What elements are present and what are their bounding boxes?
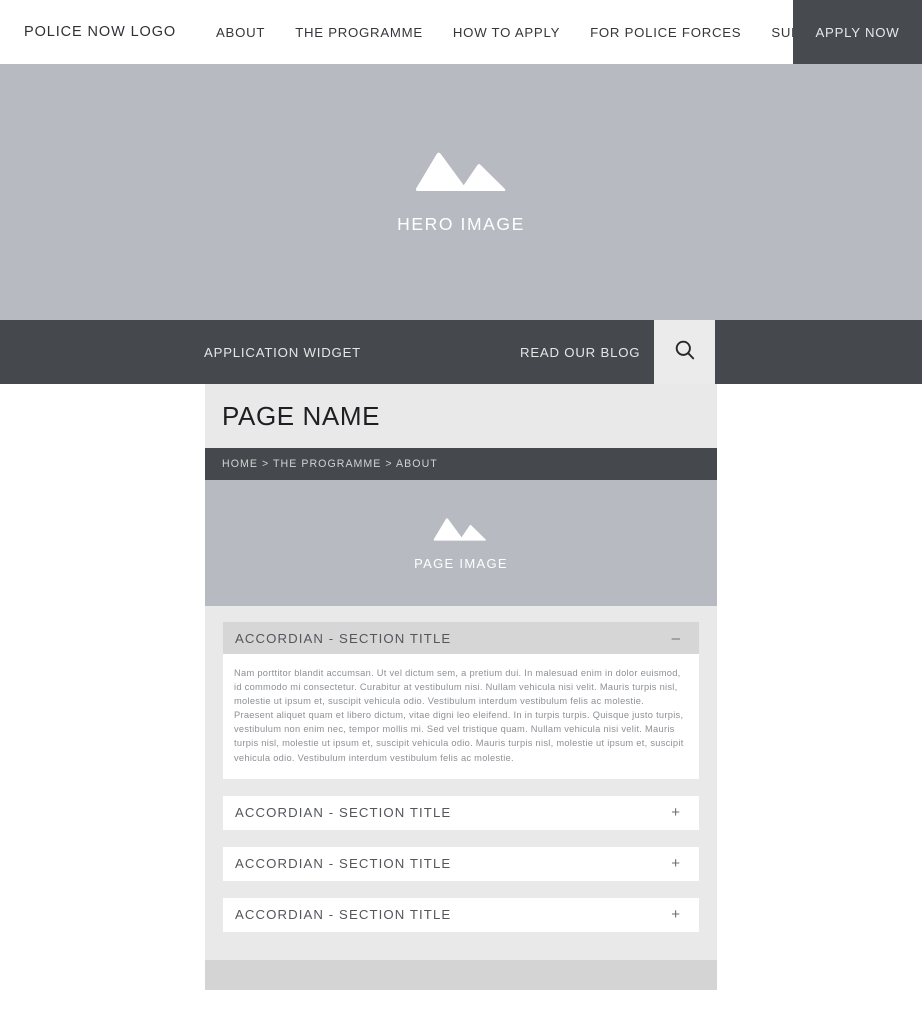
minus-icon[interactable]: – (672, 631, 680, 646)
application-widget-link[interactable]: APPLICATION WIDGET (204, 320, 361, 384)
page-image-placeholder: PAGE IMAGE (205, 480, 717, 606)
site-logo[interactable]: POLICE NOW LOGO (24, 0, 176, 64)
image-placeholder-icon (413, 149, 509, 198)
page-title: PAGE NAME (222, 400, 381, 431)
plus-icon[interactable]: + (671, 907, 680, 922)
accordion-header[interactable]: ACCORDIAN - SECTION TITLE + (223, 846, 699, 881)
nav-item-about[interactable]: ABOUT (216, 25, 265, 40)
content-column: PAGE NAME HOME > THE PROGRAMME > ABOUT P… (205, 384, 717, 990)
apply-now-button[interactable]: APPLY NOW (793, 0, 922, 64)
accordion-title: ACCORDIAN - SECTION TITLE (235, 856, 452, 872)
wireframe-page: POLICE NOW LOGO ABOUT THE PROGRAMME HOW … (0, 0, 922, 1024)
footer-strip (205, 960, 717, 990)
nav-item-for-police-forces[interactable]: FOR POLICE FORCES (590, 25, 741, 40)
accordion-body-text: Nam porttitor blandit accumsan. Ut vel d… (234, 668, 684, 763)
nav-item-how-to-apply[interactable]: HOW TO APPLY (453, 25, 560, 40)
primary-nav-links: ABOUT THE PROGRAMME HOW TO APPLY FOR POL… (216, 0, 864, 64)
accordion-item: ACCORDIAN - SECTION TITLE – Nam porttito… (223, 622, 699, 779)
accordion: ACCORDIAN - SECTION TITLE – Nam porttito… (223, 622, 699, 932)
accordion-item: ACCORDIAN - SECTION TITLE + (223, 795, 699, 830)
hero-image-placeholder: HERO IMAGE (0, 64, 922, 320)
breadcrumb[interactable]: HOME > THE PROGRAMME > ABOUT (222, 458, 438, 470)
accordion-header[interactable]: ACCORDIAN - SECTION TITLE – (223, 622, 699, 654)
search-icon (674, 339, 696, 366)
secondary-navigation-bar: APPLICATION WIDGET READ OUR BLOG (0, 320, 922, 384)
accordion-panel: Nam porttitor blandit accumsan. Ut vel d… (223, 654, 699, 779)
read-our-blog-link[interactable]: READ OUR BLOG (520, 320, 640, 384)
hero-image-label: HERO IMAGE (397, 214, 525, 234)
accordion-title: ACCORDIAN - SECTION TITLE (235, 630, 452, 646)
accordion-title: ACCORDIAN - SECTION TITLE (235, 805, 452, 821)
accordion-title: ACCORDIAN - SECTION TITLE (235, 907, 452, 923)
search-button[interactable] (654, 320, 715, 384)
accordion-item: ACCORDIAN - SECTION TITLE + (223, 897, 699, 932)
accordion-header[interactable]: ACCORDIAN - SECTION TITLE + (223, 897, 699, 932)
plus-icon[interactable]: + (671, 805, 680, 820)
nav-item-the-programme[interactable]: THE PROGRAMME (295, 25, 423, 40)
breadcrumb-band: HOME > THE PROGRAMME > ABOUT (205, 448, 717, 480)
image-placeholder-icon (432, 516, 488, 547)
page-image-label: PAGE IMAGE (414, 555, 508, 571)
accordion-header[interactable]: ACCORDIAN - SECTION TITLE + (223, 795, 699, 830)
top-navigation-bar: POLICE NOW LOGO ABOUT THE PROGRAMME HOW … (0, 0, 922, 64)
page-title-band: PAGE NAME (205, 384, 717, 448)
plus-icon[interactable]: + (671, 856, 680, 871)
accordion-item: ACCORDIAN - SECTION TITLE + (223, 846, 699, 881)
